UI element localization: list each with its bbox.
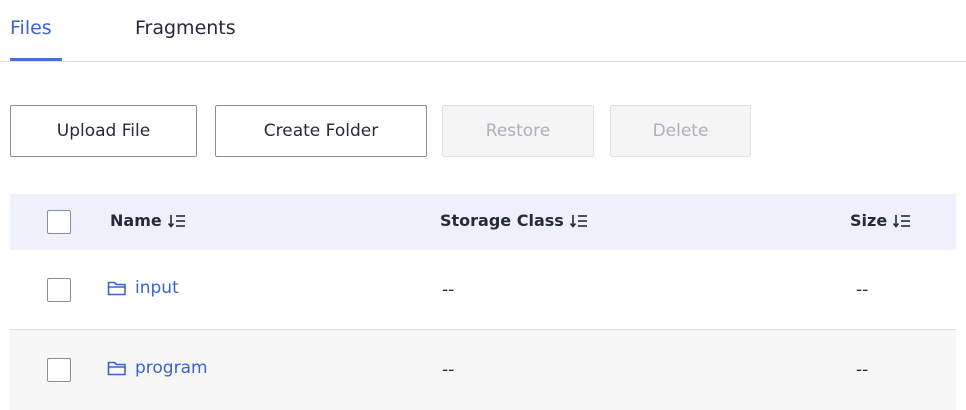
sort-icon — [167, 214, 185, 228]
column-header-name-label: Name — [110, 211, 162, 230]
folder-icon — [107, 281, 126, 296]
column-header-storage-class[interactable]: Storage Class — [440, 211, 588, 230]
sort-icon — [893, 214, 911, 228]
folder-icon — [107, 361, 126, 376]
upload-file-button[interactable]: Upload File — [10, 105, 197, 157]
column-header-name[interactable]: Name — [110, 211, 186, 230]
file-name-link[interactable]: input — [107, 278, 179, 298]
column-header-size[interactable]: Size — [850, 211, 911, 230]
column-header-storage-class-label: Storage Class — [440, 211, 564, 230]
table-header: Name Storage Class Size — [10, 194, 956, 250]
tab-bar: Files Fragments — [0, 0, 966, 62]
delete-button: Delete — [610, 105, 751, 157]
create-folder-button[interactable]: Create Folder — [215, 105, 427, 157]
size-cell: -- — [856, 280, 869, 300]
file-name-label: input — [135, 278, 179, 298]
storage-class-cell: -- — [442, 360, 455, 380]
active-tab-indicator — [10, 58, 62, 61]
file-name-link[interactable]: program — [107, 358, 208, 378]
column-header-size-label: Size — [850, 211, 888, 230]
row-checkbox[interactable] — [47, 358, 71, 382]
sort-icon — [569, 214, 587, 228]
select-all-checkbox[interactable] — [47, 210, 71, 234]
table-row[interactable]: program -- -- — [10, 330, 956, 410]
file-name-label: program — [135, 358, 208, 378]
table-row[interactable]: input -- -- — [10, 250, 956, 330]
restore-button: Restore — [442, 105, 594, 157]
tab-files[interactable]: Files — [10, 15, 52, 41]
tab-fragments[interactable]: Fragments — [135, 15, 236, 41]
storage-class-cell: -- — [442, 280, 455, 300]
row-checkbox[interactable] — [47, 278, 71, 302]
size-cell: -- — [856, 360, 869, 380]
